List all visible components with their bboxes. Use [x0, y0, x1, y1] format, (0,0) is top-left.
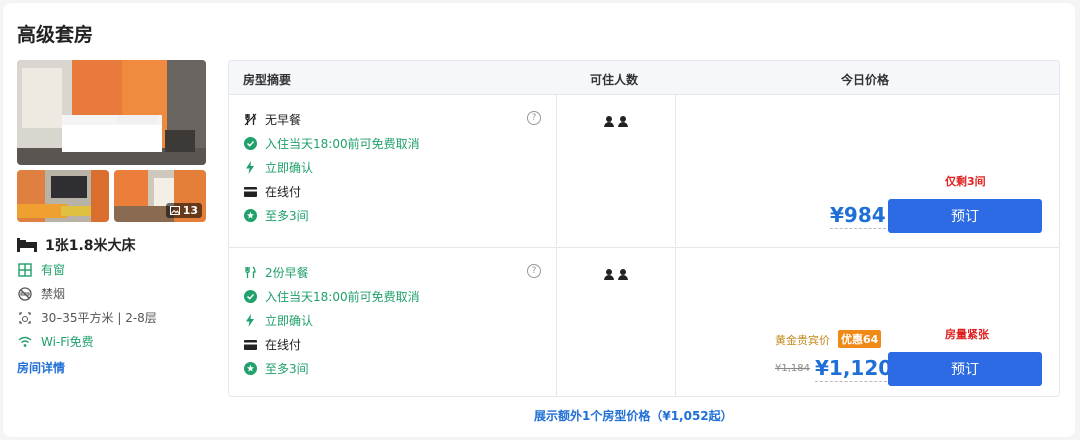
- price: ¥984: [830, 203, 886, 229]
- rate-row: 无早餐 ? 入住当天18:00前可免费取消 立即确认 在线付 至多3间 仅剩3间…: [229, 95, 1059, 246]
- feature-label: 有窗: [41, 263, 66, 277]
- original-price: ¥1,184: [775, 363, 810, 374]
- area-icon: [17, 310, 33, 326]
- room-details-link[interactable]: 房间详情: [17, 359, 65, 376]
- room-photo-thumb-1[interactable]: [17, 170, 109, 222]
- image-icon: [169, 206, 180, 215]
- star-badge-icon: [243, 209, 257, 223]
- window-icon: [17, 262, 33, 278]
- breakfast-icon: [243, 266, 257, 280]
- book-button[interactable]: 预订: [888, 199, 1042, 233]
- bed-type: 1张1.8米大床: [17, 235, 136, 255]
- discount-badge: 优惠64: [838, 330, 882, 348]
- instant-confirm: 立即确认: [243, 312, 313, 329]
- guest-capacity: [604, 116, 628, 127]
- person-icon: [618, 269, 628, 280]
- card-icon: [243, 338, 257, 352]
- header-price: 今日价格: [841, 73, 890, 87]
- room-title: 高级套房: [17, 24, 94, 46]
- person-icon: [618, 116, 628, 127]
- person-icon: [604, 116, 614, 127]
- lightning-icon: [243, 161, 257, 175]
- feature-no-smoking: 禁烟: [17, 285, 65, 302]
- show-more-rates-link[interactable]: 展示额外1个房型价格（¥1,052起）: [534, 407, 733, 424]
- check-circle-icon: [243, 137, 257, 151]
- star-badge-icon: [243, 362, 257, 376]
- cancel-policy: 入住当天18:00前可免费取消: [243, 288, 420, 305]
- price: ¥1,120: [815, 356, 893, 382]
- payment-method: 在线付: [243, 183, 301, 200]
- photo-count-badge[interactable]: 13: [165, 203, 202, 218]
- meal-info: 无早餐: [243, 111, 301, 128]
- header-summary: 房型摘要: [243, 73, 292, 87]
- max-rooms: 至多3间: [243, 207, 309, 224]
- room-photo-main[interactable]: [17, 60, 206, 165]
- max-rooms: 至多3间: [243, 360, 309, 377]
- book-button[interactable]: 预订: [888, 352, 1042, 386]
- header-guests: 可住人数: [590, 73, 639, 87]
- no-breakfast-icon: [243, 113, 257, 127]
- instant-confirm: 立即确认: [243, 159, 313, 176]
- card-icon: [243, 185, 257, 199]
- cancel-policy: 入住当天18:00前可免费取消: [243, 135, 420, 152]
- photo-count: 13: [182, 204, 198, 217]
- table-header: 房型摘要 可住人数 今日价格: [229, 61, 1059, 95]
- check-circle-icon: [243, 290, 257, 304]
- bed-icon: [17, 238, 37, 252]
- room-photo-thumb-2[interactable]: 13: [114, 170, 206, 222]
- rooms-remaining: 房量紧张: [945, 328, 989, 341]
- feature-window: 有窗: [17, 261, 65, 278]
- help-icon[interactable]: ?: [527, 111, 541, 125]
- bed-label: 1张1.8米大床: [45, 238, 136, 254]
- feature-wifi: Wi-Fi免费: [17, 333, 94, 350]
- no-smoking-icon: [17, 286, 33, 302]
- feature-label: Wi-Fi免费: [41, 335, 94, 349]
- room-card: 高级套房 13 1张1.8米大床 有窗 禁烟 30–35平方米 | 2-8层 W…: [3, 3, 1075, 437]
- vip-price-label: 黄金贵宾价: [775, 334, 830, 347]
- person-icon: [604, 269, 614, 280]
- rate-row: 2份早餐 ? 入住当天18:00前可免费取消 立即确认 在线付 至多3间 房量紧…: [229, 247, 1059, 396]
- help-icon[interactable]: ?: [527, 264, 541, 278]
- lightning-icon: [243, 314, 257, 328]
- feature-label: 30–35平方米 | 2-8层: [41, 311, 157, 325]
- rooms-remaining: 仅剩3间: [945, 175, 986, 188]
- meal-info: 2份早餐: [243, 264, 309, 281]
- wifi-icon: [17, 334, 33, 350]
- guest-capacity: [604, 269, 628, 280]
- feature-area: 30–35平方米 | 2-8层: [17, 309, 157, 326]
- rate-table: 房型摘要 可住人数 今日价格 无早餐 ? 入住当天18:00前可免费取消 立即确…: [228, 60, 1060, 397]
- feature-label: 禁烟: [41, 287, 66, 301]
- payment-method: 在线付: [243, 336, 301, 353]
